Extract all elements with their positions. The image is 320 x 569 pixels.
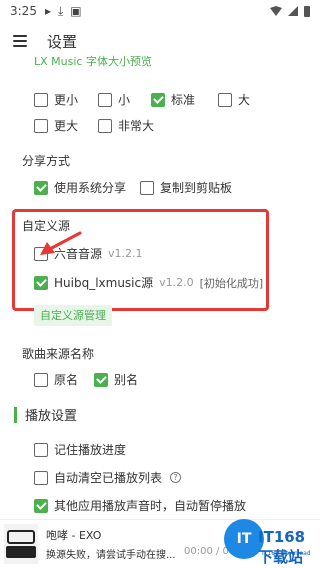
page-title: 设置 [47,32,78,51]
font-size-option-large[interactable]: 大 [218,91,250,108]
checkbox-icon [98,92,112,107]
playback-option-remember-progress[interactable]: 记住播放进度 [34,441,126,458]
share-option-clipboard[interactable]: 复制到剪贴板 [140,179,232,196]
checkbox-checked-icon [94,372,108,387]
source-status: [初始化成功] [199,276,264,290]
option-label: 大 [238,93,251,107]
battery-icon [304,5,310,17]
custom-source-manage-button[interactable]: 自定义源管理 [34,305,112,326]
font-size-option-huge[interactable]: 非常大 [98,117,154,134]
system-icons [270,5,310,17]
option-label: 自动清空已播放列表 [54,471,163,485]
option-label: 复制到剪贴板 [160,181,233,195]
option-label: 标准 [171,93,196,107]
signal-icon [288,6,298,16]
source-name-label: 歌曲来源名称 [22,347,95,361]
source-name: Huibq_lxmusic源 [54,276,154,290]
song-title: 咆哮 - EXO [46,529,102,542]
status-bar: 3:25 ▸ ⤓ ▣ [0,0,320,22]
checkbox-icon [98,118,112,133]
font-size-preview: LX Music 字体大小预览 [34,55,152,68]
playback-heading-text: 播放设置 [25,409,78,424]
checkbox-icon [140,180,154,195]
checkbox-checked-icon [151,92,165,107]
source-name-option-original[interactable]: 原名 [34,371,78,388]
status-time: 3:25 [10,4,37,18]
annotation-arrow-icon [40,231,82,255]
option-label: 别名 [114,373,139,387]
option-label: 非常大 [118,119,155,133]
source-version: v1.2.0 [159,276,194,289]
font-size-option-larger[interactable]: 更大 [34,117,78,134]
watermark: IT IT168下载站 IT168 Download [222,517,318,567]
option-label: 更小 [54,93,79,107]
menu-icon[interactable] [13,35,27,47]
option-label: 更大 [54,119,79,133]
wifi-icon [270,6,282,16]
watermark-subtext: IT168 Download [262,550,311,557]
option-label: 记住播放进度 [54,443,127,457]
checkbox-icon [34,118,48,133]
checkbox-icon [34,92,48,107]
heading-bar [14,406,17,423]
help-icon[interactable]: ? [170,472,182,483]
share-label: 分享方式 [22,154,71,168]
checkbox-icon [34,372,48,387]
custom-source-item-2[interactable]: Huibq_lxmusic源 v1.2.0 [初始化成功] [34,274,263,291]
option-label: 原名 [54,373,79,387]
share-option-system[interactable]: 使用系统分享 [34,179,126,196]
watermark-text: IT168下载站 [258,528,306,566]
source-name-option-alias[interactable]: 别名 [94,371,138,388]
download-icon: ⤓ [57,3,64,18]
app-icon: ▣ [70,4,82,18]
checkbox-checked-icon [34,180,48,195]
playback-option-auto-pause[interactable]: 其他应用播放声音时，自动暂停播放 [34,497,246,514]
checkbox-checked-icon [34,275,48,290]
checkbox-icon [218,92,232,107]
font-size-option-standard[interactable]: 标准 [151,91,195,108]
playback-heading: 播放设置 [14,405,77,424]
option-label: 其他应用播放声音时，自动暂停播放 [54,499,247,513]
font-size-option-small[interactable]: 小 [98,91,130,108]
source-version: v1.2.1 [108,247,143,260]
playback-option-auto-clear[interactable]: 自动清空已播放列表 ? [34,469,182,486]
album-cover[interactable] [4,524,38,564]
checkbox-icon [34,470,48,485]
notification-icons: ▸ ⤓ ▣ [45,4,82,19]
checkbox-checked-icon [34,498,48,513]
checkbox-icon [34,442,48,457]
more-icon: ▸ [44,4,51,18]
option-label: 使用系统分享 [54,181,127,195]
font-size-option-smaller[interactable]: 更小 [34,91,78,108]
player-message: 换源失败，请尝试手动在搜... [46,550,176,561]
option-label: 小 [118,93,131,107]
